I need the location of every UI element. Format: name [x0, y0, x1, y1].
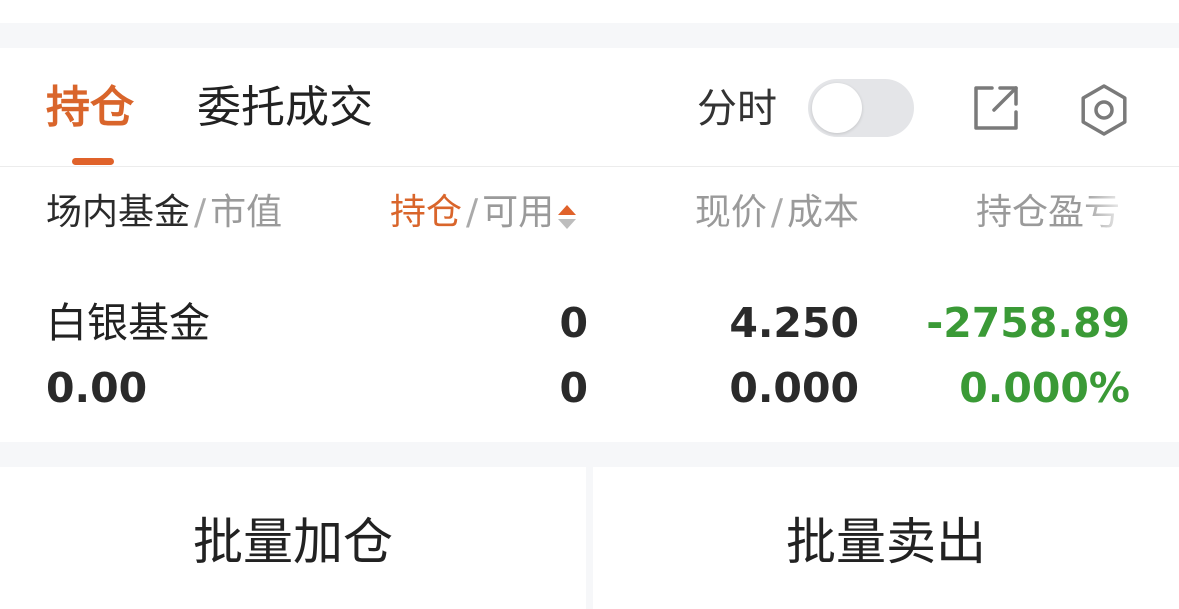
- fade-overlay: [1081, 191, 1131, 235]
- cost-price: 0.000: [729, 364, 859, 412]
- column-header-name: 场内基金 / 市值: [46, 191, 282, 235]
- column-available-label: 可用: [482, 192, 555, 233]
- slash-divider: /: [770, 192, 783, 233]
- external-link-icon[interactable]: [970, 82, 1022, 134]
- positions-panel: 持仓 委托成交 分时 场内基金 / 市值 持仓 / 可用 现价 / 成本 持仓盈…: [0, 48, 1179, 442]
- sort-updown-icon[interactable]: [556, 199, 578, 229]
- column-fund-label: 场内基金: [46, 192, 191, 233]
- active-tab-indicator: [72, 158, 114, 165]
- holding-quantity: 0: [559, 299, 588, 347]
- slash-divider: /: [194, 192, 207, 233]
- batch-sell-button[interactable]: 批量卖出: [593, 467, 1179, 609]
- position-pnl: -2758.89: [926, 299, 1130, 347]
- column-holding-label: 持仓: [390, 192, 463, 233]
- column-header-holding[interactable]: 持仓 / 可用: [390, 191, 578, 235]
- slash-divider: /: [466, 192, 479, 233]
- column-header-pnl: 持仓盈亏: [976, 191, 1131, 235]
- tab-positions[interactable]: 持仓: [46, 83, 134, 133]
- batch-add-button[interactable]: 批量加仓: [0, 467, 586, 609]
- column-header-price: 现价 / 成本: [695, 191, 859, 235]
- batch-add-label: 批量加仓: [193, 513, 393, 571]
- tab-orders[interactable]: 委托成交: [197, 83, 373, 133]
- top-strip: [0, 0, 1179, 23]
- current-price: 4.250: [729, 299, 859, 347]
- gear-icon[interactable]: [1076, 82, 1128, 136]
- batch-sell-label: 批量卖出: [786, 513, 986, 571]
- tab-bar: 持仓 委托成交 分时: [0, 48, 1179, 167]
- market-value: 0.00: [46, 364, 148, 412]
- position-pnl-percent: 0.000%: [959, 364, 1130, 412]
- column-market-value-label: 市值: [210, 192, 283, 233]
- fund-name: 白银基金: [46, 299, 210, 347]
- column-price-label: 现价: [694, 192, 767, 233]
- toggle-knob: [812, 83, 862, 133]
- timeshare-toggle[interactable]: [808, 79, 914, 137]
- available-quantity: 0: [559, 364, 588, 412]
- timeshare-label: 分时: [697, 86, 777, 132]
- column-cost-label: 成本: [786, 192, 859, 233]
